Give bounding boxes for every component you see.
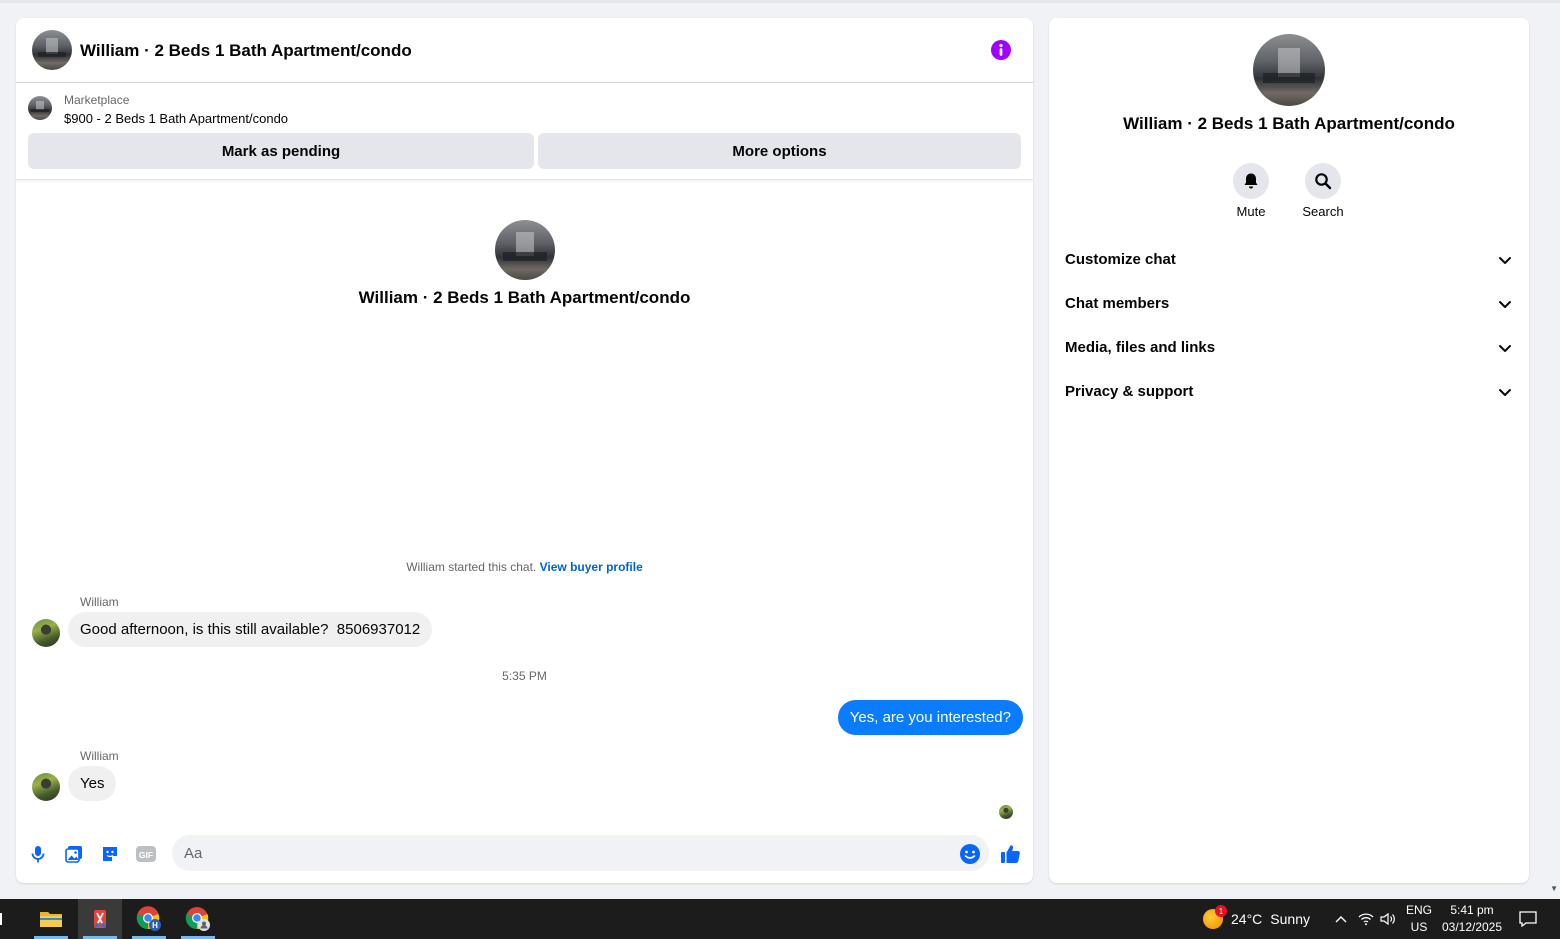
marketplace-label: Marketplace <box>64 93 130 107</box>
conversation-title[interactable]: William · 2 Beds 1 Bath Apartment/condo <box>80 41 412 61</box>
sticker-icon[interactable] <box>98 842 122 866</box>
window-top-border <box>0 0 1560 3</box>
section-privacy-support[interactable]: Privacy & support <box>1049 370 1529 414</box>
profile-name[interactable]: William · 2 Beds 1 Bath Apartment/condo <box>1049 114 1529 134</box>
gif-label: GIF <box>139 850 153 860</box>
photo-icon[interactable] <box>62 842 86 866</box>
search-icon <box>1315 173 1332 190</box>
search-button[interactable] <box>1305 163 1341 199</box>
sender-avatar[interactable] <box>32 773 60 801</box>
language-indicator[interactable]: ENG US <box>1402 902 1436 936</box>
section-label: Privacy & support <box>1065 383 1194 400</box>
mute-label: Mute <box>1236 204 1266 219</box>
intro-name: William · 2 Beds 1 Bath Apartment/condo <box>358 288 691 307</box>
weather-badge: 1 <box>1215 905 1227 917</box>
search-label: Search <box>1302 204 1344 219</box>
section-label: Customize chat <box>1065 251 1176 268</box>
chat-start-notice: William started this chat. View buyer pr… <box>16 560 1033 574</box>
clock[interactable]: 5:41 pm 03/12/2025 <box>1437 902 1507 936</box>
scrollbar-down-arrow[interactable]: ▼ <box>1550 884 1558 893</box>
show-hidden-icons-chevron-up-icon[interactable] <box>1330 899 1352 939</box>
profile-avatar[interactable] <box>1253 34 1325 106</box>
clock-date: 03/12/2025 <box>1441 920 1503 934</box>
sender-avatar[interactable] <box>32 619 60 647</box>
chrome-profile-h-icon[interactable]: H <box>127 899 171 939</box>
listing-thumbnail[interactable] <box>28 96 52 120</box>
weather-description: Sunny <box>1270 911 1310 927</box>
marketplace-banner: Marketplace $900 - 2 Beds 1 Bath Apartme… <box>16 83 1033 180</box>
chevron-down-icon <box>1499 345 1511 352</box>
svg-text:H: H <box>152 921 158 930</box>
language-code: ENG <box>1405 903 1432 917</box>
chevron-down-icon <box>1499 257 1511 264</box>
incoming-message-bubble[interactable]: Good afternoon, is this still available?… <box>68 612 433 647</box>
volume-icon[interactable] <box>1377 899 1399 939</box>
info-icon[interactable] <box>991 40 1011 60</box>
message-input[interactable] <box>172 835 989 871</box>
like-icon[interactable] <box>998 842 1022 866</box>
section-label: Media, files and links <box>1065 339 1216 356</box>
listing-title[interactable]: $900 - 2 Beds 1 Bath Apartment/condo <box>64 111 288 126</box>
message-sender-name: William <box>80 595 119 609</box>
conversation-avatar[interactable] <box>32 30 72 70</box>
microphone-icon[interactable] <box>26 842 50 866</box>
wifi-icon[interactable] <box>1355 899 1377 939</box>
taskbar: H 1 24°C Sunny ENG US 5:41 pm 03/12/2025 <box>0 899 1560 939</box>
emoji-icon[interactable] <box>958 842 982 866</box>
chrome-profile-icon[interactable] <box>176 899 220 939</box>
view-buyer-profile-link[interactable]: View buyer profile <box>540 560 643 574</box>
chevron-down-icon <box>1499 389 1511 396</box>
intro-avatar <box>495 220 555 280</box>
seen-receipt-avatar <box>999 805 1013 819</box>
snipping-tool-icon[interactable] <box>78 899 122 939</box>
message-timestamp: 5:35 PM <box>502 669 547 683</box>
task-view-icon[interactable] <box>0 899 10 939</box>
gif-icon[interactable]: GIF <box>134 842 158 866</box>
section-media-files-links[interactable]: Media, files and links <box>1049 326 1529 370</box>
mark-as-pending-button[interactable]: Mark as pending <box>28 133 534 169</box>
section-chat-members[interactable]: Chat members <box>1049 282 1529 326</box>
outgoing-message-bubble[interactable]: Yes, are you interested? <box>837 700 1023 735</box>
clock-time: 5:41 pm <box>1450 903 1494 917</box>
message-sender-name: William <box>80 749 119 763</box>
chat-panel: William · 2 Beds 1 Bath Apartment/condo … <box>16 18 1033 883</box>
file-explorer-icon[interactable] <box>29 899 73 939</box>
conversation-info-panel: William · 2 Beds 1 Bath Apartment/condo … <box>1049 18 1529 883</box>
bell-icon <box>1244 173 1258 189</box>
weather-widget[interactable]: 1 24°C Sunny <box>1203 905 1310 929</box>
section-customize-chat[interactable]: Customize chat <box>1049 238 1529 282</box>
more-options-button[interactable]: More options <box>538 133 1021 169</box>
weather-temperature: 24°C <box>1231 911 1263 927</box>
mute-button[interactable] <box>1233 163 1269 199</box>
sun-icon: 1 <box>1203 905 1227 929</box>
section-label: Chat members <box>1065 295 1170 312</box>
chevron-down-icon <box>1499 301 1511 308</box>
message-composer: GIF <box>16 830 1033 878</box>
chat-header: William · 2 Beds 1 Bath Apartment/condo <box>16 18 1033 83</box>
chat-start-text: William started this chat. <box>406 560 537 574</box>
keyboard-layout: US <box>1410 920 1428 934</box>
incoming-message-bubble[interactable]: Yes <box>68 766 117 801</box>
notifications-icon[interactable] <box>1514 899 1542 939</box>
